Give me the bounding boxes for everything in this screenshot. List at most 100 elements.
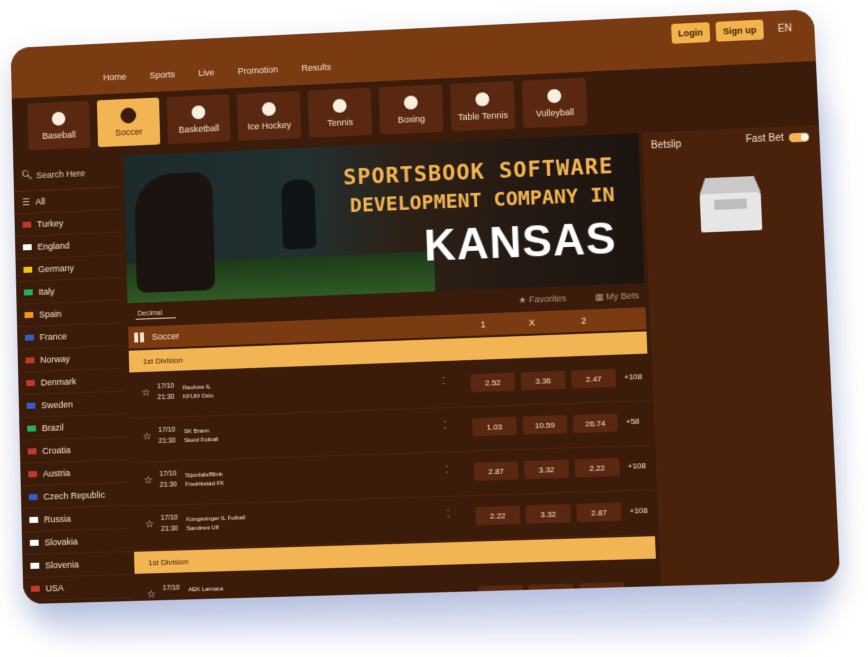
sport-label: Tennis — [327, 117, 353, 128]
sidebar-item-country[interactable]: Slovenia — [22, 552, 130, 578]
search-icon: 🔍︎ — [21, 170, 32, 181]
tennis-ball-icon — [332, 98, 348, 114]
odds-home-button[interactable]: 2.22 — [475, 506, 520, 526]
odds-away-button[interactable]: 2.22 — [574, 458, 619, 478]
odds-away-button[interactable]: 2.87 — [576, 503, 621, 523]
favorites-tab[interactable]: ★ Favorites — [518, 293, 566, 306]
nav-results[interactable]: Results — [301, 62, 331, 73]
odds-draw-button[interactable]: 3.32 — [524, 460, 569, 480]
volleyball-icon — [546, 88, 563, 105]
sidebar-item-country[interactable]: Slovakia — [22, 529, 130, 555]
signup-button[interactable]: Sign up — [716, 20, 764, 42]
favorite-star-icon[interactable]: ☆ — [144, 475, 153, 486]
odds-draw-button[interactable]: 3.32 — [526, 504, 571, 524]
sidebar-item-country[interactable]: Czech Republic — [21, 483, 129, 509]
app-window: Home Sports Live Promotion Results Login… — [11, 9, 841, 604]
language-selector[interactable]: EN — [778, 23, 793, 35]
betslip-title: Betslip — [651, 139, 682, 151]
sidebar: 🔍︎ Search Here ☰ All Turkey England German… — [13, 156, 131, 604]
odds-home-button[interactable]: 2.52 — [470, 373, 515, 393]
boxing-glove-icon — [403, 94, 419, 111]
ping-pong-icon — [474, 91, 491, 108]
toggle-switch-icon[interactable] — [789, 132, 810, 142]
odds-draw-button[interactable]: 10.59 — [522, 415, 567, 435]
col-draw: X — [529, 317, 535, 327]
box-slot — [714, 198, 747, 209]
match-datetime: 17/10 21:30 — [158, 425, 176, 447]
favorite-star-icon[interactable]: ☆ — [143, 431, 152, 442]
auth-group: Login Sign up EN — [671, 18, 793, 44]
grid-icon — [134, 332, 144, 342]
betslip-panel: Betslip Fast Bet — [642, 125, 840, 586]
sport-tile-basketball[interactable]: Basketball — [167, 94, 231, 144]
more-markets-link[interactable]: +108 — [629, 506, 648, 516]
match-datetime: 17/10 21:30 — [161, 512, 179, 535]
flag-icon — [29, 517, 38, 523]
flag-icon — [31, 586, 40, 592]
odds-home-button[interactable]: 1.03 — [472, 417, 517, 437]
match-teams: Kongsvinger IL Fotball Sandnes Ulf — [186, 514, 245, 534]
nav-live[interactable]: Live — [198, 68, 214, 79]
favorite-star-icon[interactable]: ☆ — [141, 388, 150, 399]
favorite-star-icon[interactable]: ☆ — [145, 519, 154, 530]
top-nav: Home Sports Live Promotion Results — [103, 62, 331, 83]
odds-format-select[interactable]: Decimal — [135, 308, 176, 319]
flag-icon — [25, 335, 34, 341]
score-dashes: -- — [445, 464, 447, 476]
search-input[interactable]: 🔍︎ Search Here — [13, 156, 120, 192]
fast-bet-toggle[interactable]: Fast Bet — [746, 131, 810, 145]
baseball-icon — [51, 111, 67, 127]
sport-label: Ice Hockey — [247, 120, 291, 132]
favorite-star-icon[interactable]: ☆ — [147, 589, 156, 600]
box-body — [700, 192, 763, 233]
sport-tile-baseball[interactable]: Baseball — [27, 101, 90, 151]
flag-icon — [24, 289, 33, 295]
odds-away-button[interactable]: 2.47 — [571, 369, 616, 389]
flag-icon — [26, 357, 35, 363]
odds-home-button[interactable]: 1.52 — [478, 585, 523, 604]
match-datetime: 17/10 — [162, 583, 180, 595]
login-button[interactable]: Login — [671, 22, 711, 44]
sport-label: Baseball — [42, 130, 76, 141]
flag-icon — [28, 471, 37, 477]
flag-icon — [22, 222, 31, 228]
sidebar-item-country[interactable]: Russia — [21, 506, 129, 532]
col-home: 1 — [480, 319, 485, 329]
nav-home[interactable]: Home — [103, 72, 127, 83]
match-datetime: 17/10 21:30 — [159, 468, 177, 491]
flag-icon — [30, 540, 39, 546]
my-bets-tab[interactable]: ▦ My Bets — [595, 290, 639, 303]
flag-icon — [26, 380, 35, 386]
sport-tile-tennis[interactable]: Tennis — [308, 88, 373, 138]
sport-label: Boxing — [398, 114, 426, 125]
nav-sports[interactable]: Sports — [150, 69, 176, 80]
banner-player-image — [134, 172, 215, 293]
score-dashes: -- — [447, 508, 449, 520]
sport-tile-soccer[interactable]: Soccer — [97, 97, 160, 147]
odds-home-button[interactable]: 2.87 — [474, 461, 519, 481]
odds-draw-button[interactable]: 3.79 — [529, 583, 574, 603]
flag-icon — [24, 312, 33, 318]
flag-icon — [23, 244, 32, 250]
more-markets-link[interactable]: +108 — [632, 585, 651, 595]
odds-away-button[interactable]: 5.66 — [579, 582, 625, 602]
col-away: 2 — [581, 316, 586, 326]
sport-tile-table-tennis[interactable]: Table Tennis — [450, 81, 516, 131]
search-placeholder: Search Here — [36, 168, 85, 180]
sport-label: Table Tennis — [458, 110, 508, 122]
more-markets-link[interactable]: +58 — [626, 417, 640, 427]
odds-draw-button[interactable]: 3.36 — [521, 371, 566, 391]
star-icon: ★ — [518, 294, 529, 304]
sport-tile-ice-hockey[interactable]: Ice Hockey — [237, 91, 301, 141]
more-markets-link[interactable]: +108 — [624, 372, 643, 382]
sport-tile-boxing[interactable]: Boxing — [379, 84, 444, 134]
more-markets-link[interactable]: +108 — [627, 461, 646, 471]
odds-away-button[interactable]: 26.74 — [573, 413, 618, 433]
score-dashes: -- — [442, 375, 444, 387]
sport-label: Soccer — [115, 127, 142, 138]
sport-tile-volleyball[interactable]: Volleyball — [522, 78, 588, 129]
flag-icon — [28, 448, 37, 454]
nav-promotion[interactable]: Promotion — [238, 64, 278, 76]
flag-icon — [27, 403, 36, 409]
sidebar-item-country[interactable]: USA — [23, 575, 131, 601]
